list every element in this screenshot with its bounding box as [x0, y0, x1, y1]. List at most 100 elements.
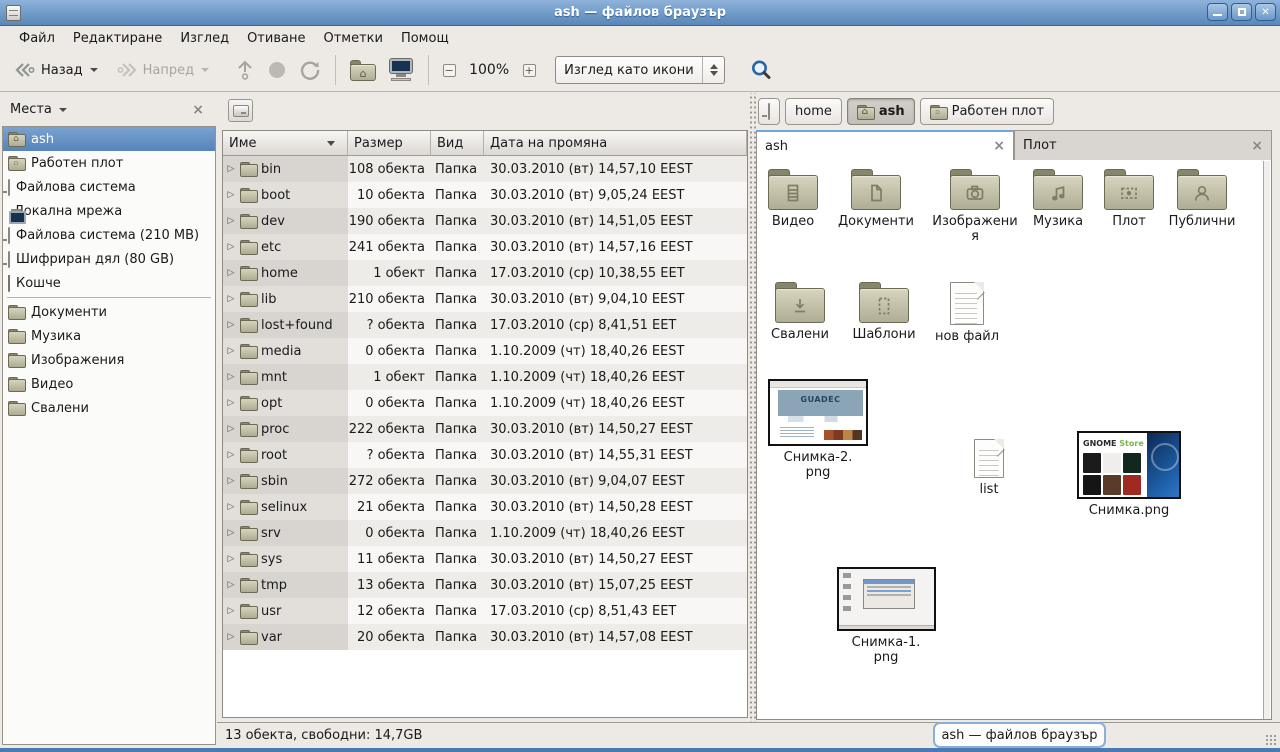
table-row[interactable]: ▷srv0 обектаПапка1.10.2009 (чт) 18,40,26…: [223, 520, 747, 546]
sidebar-item[interactable]: Локална мрежа: [3, 199, 215, 223]
expander-icon[interactable]: ▷: [226, 528, 236, 538]
expander-icon[interactable]: ▷: [226, 450, 236, 460]
file-icon-item[interactable]: Документи: [830, 169, 922, 229]
tree-root-button[interactable]: [228, 99, 253, 122]
expander-icon[interactable]: ▷: [226, 346, 236, 356]
file-icon-item[interactable]: Свалени: [756, 282, 846, 342]
table-row[interactable]: ▷usr12 обектаПапка17.03.2010 (ср) 8,51,4…: [223, 598, 747, 624]
table-row[interactable]: ▷etc241 обектаПапка30.03.2010 (вт) 14,57…: [223, 234, 747, 260]
expander-icon[interactable]: ▷: [226, 502, 236, 512]
column-header-0[interactable]: Име: [223, 131, 348, 156]
resize-grip-icon[interactable]: [1265, 734, 1277, 746]
sidebar-item[interactable]: Кошче: [3, 271, 215, 295]
expander-icon[interactable]: ▷: [226, 268, 236, 278]
sidebar-item[interactable]: Документи: [3, 300, 215, 324]
tree-name-cell[interactable]: ▷usr: [223, 598, 348, 624]
expander-icon[interactable]: ▷: [226, 164, 236, 174]
expander-icon[interactable]: ▷: [226, 242, 236, 252]
table-row[interactable]: ▷dev190 обектаПапка30.03.2010 (вт) 14,51…: [223, 208, 747, 234]
table-row[interactable]: ▷bin108 обектаПапка30.03.2010 (вт) 14,57…: [223, 156, 747, 182]
expander-icon[interactable]: ▷: [226, 554, 236, 564]
menu-item-3[interactable]: Отиване: [238, 29, 314, 48]
file-icon-item[interactable]: Видео: [756, 169, 837, 229]
search-button[interactable]: [743, 54, 779, 86]
tree-name-cell[interactable]: ▷etc: [223, 234, 348, 260]
sidebar-item[interactable]: Шифриран дял (80 GB): [3, 247, 215, 271]
table-row[interactable]: ▷sys11 обектаПапка30.03.2010 (вт) 14,50,…: [223, 546, 747, 572]
back-button[interactable]: Назад: [8, 56, 104, 84]
pathbar-button-ash[interactable]: ⌂ash: [847, 98, 915, 125]
table-row[interactable]: ▷home1 обектПапка17.03.2010 (ср) 10,38,5…: [223, 260, 747, 286]
sidebar-item[interactable]: Свалени: [3, 396, 215, 420]
sidebar-item[interactable]: ⌂ash: [3, 127, 215, 151]
expander-icon[interactable]: ▷: [226, 190, 236, 200]
table-row[interactable]: ▷lib210 обектаПапка30.03.2010 (вт) 9,04,…: [223, 286, 747, 312]
file-icon-item[interactable]: нов файл: [921, 282, 1013, 344]
expander-icon[interactable]: ▷: [226, 372, 236, 382]
menu-item-0[interactable]: Файл: [10, 29, 64, 48]
pathbar-button-root[interactable]: [758, 98, 780, 125]
reload-button[interactable]: [293, 55, 327, 85]
home-button[interactable]: ⌂: [344, 56, 382, 85]
file-icon-item[interactable]: Шаблони: [838, 282, 930, 342]
expander-icon[interactable]: ▷: [226, 216, 236, 226]
file-icon-item[interactable]: Публични: [1156, 169, 1248, 229]
tree-name-cell[interactable]: ▷lib: [223, 286, 348, 312]
tree-name-cell[interactable]: ▷selinux: [223, 494, 348, 520]
tree-name-cell[interactable]: ▷bin: [223, 156, 348, 182]
expander-icon[interactable]: ▷: [226, 294, 236, 304]
table-row[interactable]: ▷mnt1 обектПапка1.10.2009 (чт) 18,40,26 …: [223, 364, 747, 390]
pathbar-button-Работен плот[interactable]: ▫Работен плот: [920, 98, 1054, 125]
tree-name-cell[interactable]: ▷boot: [223, 182, 348, 208]
sidebar-item[interactable]: Изображения: [3, 348, 215, 372]
tree-name-cell[interactable]: ▷srv: [223, 520, 348, 546]
vertical-scrollbar[interactable]: [1263, 161, 1270, 719]
table-row[interactable]: ▷var20 обектаПапка30.03.2010 (вт) 14,57,…: [223, 624, 747, 650]
menu-item-4[interactable]: Отметки: [314, 29, 391, 48]
pane-splitter[interactable]: [748, 93, 756, 722]
tree-name-cell[interactable]: ▷var: [223, 624, 348, 650]
expander-icon[interactable]: ▷: [226, 580, 236, 590]
table-row[interactable]: ▷selinux21 обектаПапка30.03.2010 (вт) 14…: [223, 494, 747, 520]
tree-name-cell[interactable]: ▷proc: [223, 416, 348, 442]
tree-name-cell[interactable]: ▷opt: [223, 390, 348, 416]
expander-icon[interactable]: ▷: [226, 424, 236, 434]
back-dropdown-icon[interactable]: [90, 68, 98, 72]
table-row[interactable]: ▷boot10 обектаПапка30.03.2010 (вт) 9,05,…: [223, 182, 747, 208]
table-row[interactable]: ▷media0 обектаПапка1.10.2009 (чт) 18,40,…: [223, 338, 747, 364]
view-mode-spinner[interactable]: [702, 57, 724, 83]
expander-icon[interactable]: ▷: [226, 476, 236, 486]
column-header-2[interactable]: Вид: [431, 131, 484, 156]
tree-name-cell[interactable]: ▷media: [223, 338, 348, 364]
menu-item-5[interactable]: Помощ: [392, 29, 458, 48]
sidebar-item[interactable]: Музика: [3, 324, 215, 348]
file-icon-item[interactable]: Изображения: [929, 169, 1021, 245]
column-header-3[interactable]: Дата на промяна: [484, 131, 747, 156]
zoom-in-button[interactable]: +: [517, 59, 541, 81]
sidebar-item[interactable]: Видео: [3, 372, 215, 396]
tree-name-cell[interactable]: ▷sys: [223, 546, 348, 572]
computer-button[interactable]: [382, 55, 420, 85]
up-button[interactable]: [229, 55, 261, 85]
view-mode-select[interactable]: Изглед като икони: [555, 56, 725, 84]
tab-0[interactable]: ash×: [756, 130, 1014, 161]
expander-icon[interactable]: ▷: [226, 320, 236, 330]
tree-name-cell[interactable]: ▷lost+found: [223, 312, 348, 338]
expander-icon[interactable]: ▷: [226, 398, 236, 408]
tree-name-cell[interactable]: ▷sbin: [223, 468, 348, 494]
expander-icon[interactable]: ▷: [226, 606, 236, 616]
tree-name-cell[interactable]: ▷mnt: [223, 364, 348, 390]
tree-name-cell[interactable]: ▷tmp: [223, 572, 348, 598]
file-icon-item[interactable]: Снимка-1.png: [834, 567, 938, 666]
tab-1[interactable]: Плот×: [1014, 130, 1272, 161]
tab-close-icon[interactable]: ×: [1251, 138, 1263, 154]
table-row[interactable]: ▷root? обектаПапка30.03.2010 (вт) 14,55,…: [223, 442, 747, 468]
tree-name-cell[interactable]: ▷home: [223, 260, 348, 286]
column-header-1[interactable]: Размер: [348, 131, 431, 156]
tab-close-icon[interactable]: ×: [993, 138, 1005, 154]
file-icon-item[interactable]: list: [955, 439, 1023, 497]
pathbar-button-home[interactable]: home: [785, 98, 842, 125]
file-icon-item[interactable]: GNOME StoreСнимка.png: [1073, 431, 1185, 518]
zoom-out-button[interactable]: −: [437, 59, 461, 81]
taskbar-window-button[interactable]: ash — файлов браузър: [933, 722, 1106, 748]
